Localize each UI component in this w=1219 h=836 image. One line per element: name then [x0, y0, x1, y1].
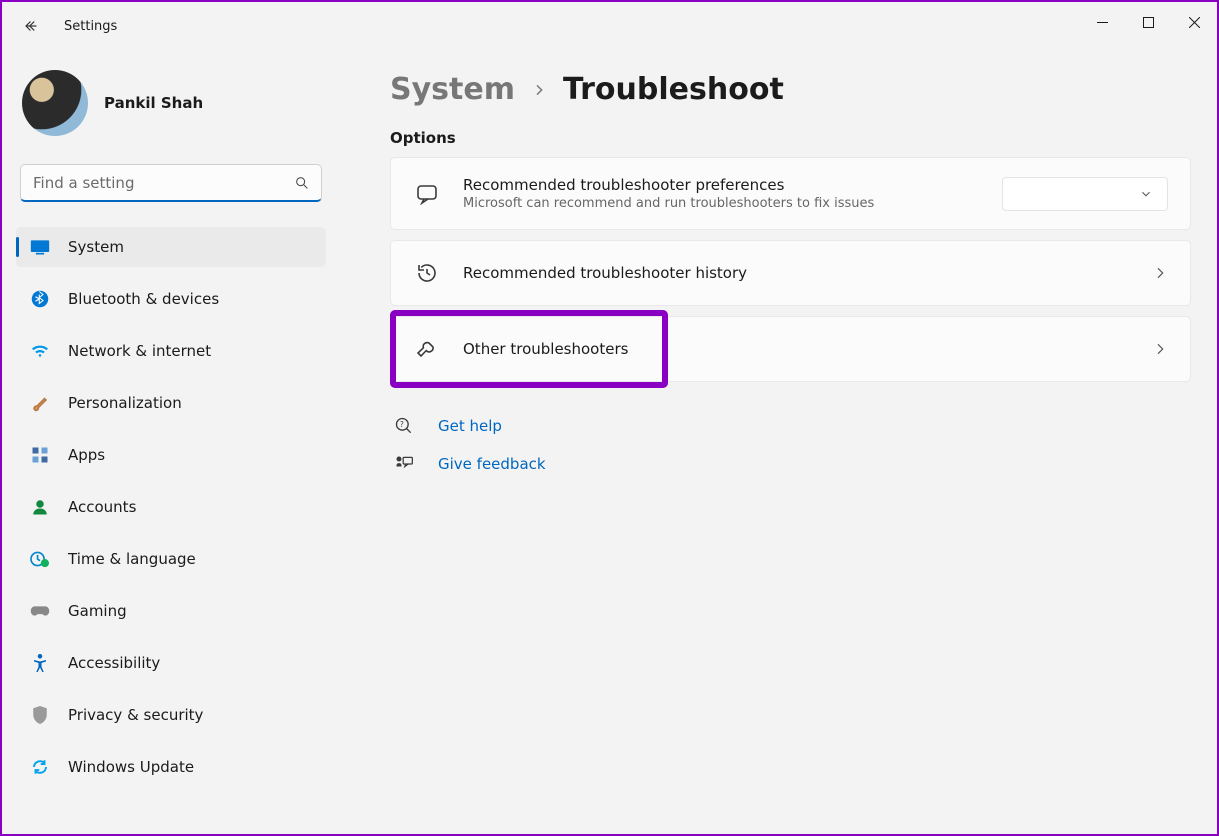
sidebar-item-label: Gaming	[68, 602, 127, 620]
link-label: Get help	[438, 417, 502, 435]
help-icon: ?	[392, 414, 416, 438]
close-icon	[1189, 17, 1200, 28]
card-title: Other troubleshooters	[463, 340, 1130, 358]
sidebar-item-gaming[interactable]: Gaming	[16, 591, 326, 631]
get-help-link[interactable]: ? Get help	[390, 414, 1191, 438]
chevron-right-icon	[1152, 341, 1168, 357]
search-wrap	[20, 164, 322, 202]
user-name: Pankil Shah	[104, 94, 203, 112]
sidebar-item-label: Personalization	[68, 394, 182, 412]
title-bar: Settings	[2, 2, 1217, 50]
feedback-icon	[392, 452, 416, 476]
history-icon	[413, 259, 441, 287]
sidebar-item-label: Apps	[68, 446, 105, 464]
chevron-down-icon	[1139, 187, 1153, 201]
gamepad-icon	[30, 601, 50, 621]
breadcrumb-parent[interactable]: System	[390, 72, 515, 107]
svg-text:?: ?	[400, 420, 404, 429]
apps-icon	[30, 445, 50, 465]
sidebar-item-accounts[interactable]: Accounts	[16, 487, 326, 527]
sidebar-item-time-language[interactable]: Time & language	[16, 539, 326, 579]
card-other-troubleshooters[interactable]: Other troubleshooters	[390, 316, 1191, 382]
card-recommended-preferences[interactable]: Recommended troubleshooter preferences M…	[390, 157, 1191, 230]
app-title: Settings	[64, 19, 117, 34]
footer-links: ? Get help Give feedback	[390, 414, 1191, 476]
search-icon	[294, 175, 310, 191]
monitor-icon	[30, 237, 50, 257]
sidebar-item-label: Accounts	[68, 498, 136, 516]
sidebar-item-label: Bluetooth & devices	[68, 290, 219, 308]
shield-icon	[30, 705, 50, 725]
sidebar-item-bluetooth[interactable]: Bluetooth & devices	[16, 279, 326, 319]
chat-icon	[413, 180, 441, 208]
sidebar-item-label: Time & language	[68, 550, 196, 568]
sidebar-item-label: Accessibility	[68, 654, 160, 672]
sidebar: Pankil Shah System Bluetooth & devices N…	[2, 50, 340, 834]
window-controls	[1079, 2, 1217, 42]
sidebar-item-network[interactable]: Network & internet	[16, 331, 326, 371]
minimize-icon	[1097, 17, 1108, 28]
back-button[interactable]	[12, 6, 52, 46]
recommended-prefs-dropdown[interactable]	[1002, 177, 1168, 211]
sidebar-item-label: Windows Update	[68, 758, 194, 776]
sidebar-item-label: Privacy & security	[68, 706, 203, 724]
sidebar-item-label: Network & internet	[68, 342, 211, 360]
profile-block[interactable]: Pankil Shah	[16, 58, 326, 160]
sidebar-item-personalization[interactable]: Personalization	[16, 383, 326, 423]
search-input[interactable]	[20, 164, 322, 202]
breadcrumb: System Troubleshoot	[390, 72, 1191, 107]
card-title: Recommended troubleshooter history	[463, 264, 1130, 282]
give-feedback-link[interactable]: Give feedback	[390, 452, 1191, 476]
maximize-button[interactable]	[1125, 2, 1171, 42]
update-icon	[30, 757, 50, 777]
card-title: Recommended troubleshooter preferences	[463, 176, 980, 194]
sidebar-item-label: System	[68, 238, 124, 256]
sidebar-item-apps[interactable]: Apps	[16, 435, 326, 475]
brush-icon	[30, 393, 50, 413]
card-recommended-history[interactable]: Recommended troubleshooter history	[390, 240, 1191, 306]
nav: System Bluetooth & devices Network & int…	[16, 222, 326, 792]
close-button[interactable]	[1171, 2, 1217, 42]
wifi-icon	[30, 341, 50, 361]
breadcrumb-current: Troubleshoot	[563, 72, 784, 107]
card-subtitle: Microsoft can recommend and run troubles…	[463, 196, 980, 211]
chevron-right-icon	[531, 82, 547, 98]
link-label: Give feedback	[438, 455, 546, 473]
sidebar-item-system[interactable]: System	[16, 227, 326, 267]
clock-globe-icon	[30, 549, 50, 569]
bluetooth-icon	[30, 289, 50, 309]
main-content: System Troubleshoot Options Recommended …	[340, 50, 1217, 834]
maximize-icon	[1143, 17, 1154, 28]
wrench-icon	[413, 335, 441, 363]
sidebar-item-privacy[interactable]: Privacy & security	[16, 695, 326, 735]
person-icon	[30, 497, 50, 517]
sidebar-item-accessibility[interactable]: Accessibility	[16, 643, 326, 683]
avatar	[22, 70, 88, 136]
accessibility-icon	[30, 653, 50, 673]
chevron-right-icon	[1152, 265, 1168, 281]
section-title: Options	[390, 129, 1191, 147]
minimize-button[interactable]	[1079, 2, 1125, 42]
sidebar-item-windows-update[interactable]: Windows Update	[16, 747, 326, 787]
